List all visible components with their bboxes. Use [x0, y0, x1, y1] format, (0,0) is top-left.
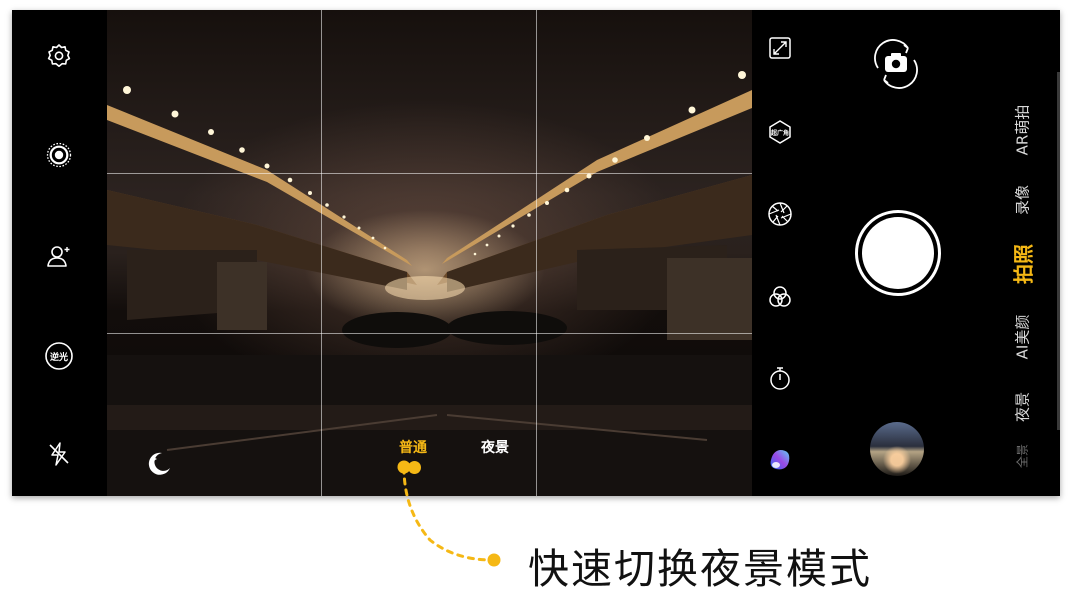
night-moon-icon[interactable]	[145, 450, 173, 478]
ultra-wide-icon[interactable]: 超广角	[766, 118, 794, 146]
timer-icon[interactable]	[766, 364, 794, 392]
viewfinder[interactable]: 普通 夜景	[107, 10, 752, 496]
mode-photo[interactable]: 拍照	[1008, 244, 1037, 284]
shutter-panel	[810, 10, 985, 496]
right-controls: 超广角	[752, 10, 810, 496]
backlight-label: 逆光	[49, 352, 68, 363]
aperture-icon[interactable]	[766, 200, 794, 228]
switch-camera-icon[interactable]	[868, 36, 924, 92]
expand-icon[interactable]	[766, 34, 794, 62]
color-effect-icon[interactable]	[766, 446, 794, 474]
active-mode-indicator	[408, 461, 421, 474]
grid-line-h2	[107, 333, 752, 334]
shutter-inner	[862, 217, 934, 289]
night-bridge-scene	[107, 60, 752, 496]
backlight-icon[interactable]: 逆光	[44, 341, 74, 371]
annotation-caption: 快速切换夜景模式	[528, 545, 872, 593]
gallery-thumbnail[interactable]	[870, 422, 924, 476]
grid-line-h1	[107, 173, 752, 174]
mode-normal-button[interactable]: 普通	[399, 437, 427, 457]
ultra-wide-label: 超广角	[770, 129, 789, 137]
left-toolbar: 逆光	[12, 10, 107, 496]
mode-ar[interactable]: AR萌拍	[1012, 105, 1033, 156]
flash-off-icon[interactable]	[45, 440, 73, 468]
grid-line-v2	[536, 10, 537, 496]
settings-icon[interactable]	[45, 42, 73, 70]
mode-video[interactable]: 录像	[1012, 185, 1033, 215]
mode-night[interactable]: 夜景	[1012, 392, 1033, 422]
mode-night-button[interactable]: 夜景	[481, 437, 509, 457]
mode-list: AR萌拍 录像 拍照 AI美颜 夜景 全景	[985, 10, 1060, 496]
mode-ai-beauty[interactable]: AI美颜	[1012, 315, 1033, 360]
shutter-button[interactable]	[855, 210, 941, 296]
portrait-icon[interactable]	[45, 242, 73, 270]
scroll-edge	[1057, 72, 1060, 430]
grid-line-v1	[321, 10, 322, 496]
filter-icon[interactable]	[766, 283, 794, 311]
mode-panorama[interactable]: 全景	[1014, 444, 1031, 468]
live-photo-icon[interactable]	[45, 141, 73, 169]
camera-screen: 逆光 普通 夜景 超广角 AR萌拍 录像 拍照 AI美颜 夜景 全景	[12, 10, 1060, 496]
